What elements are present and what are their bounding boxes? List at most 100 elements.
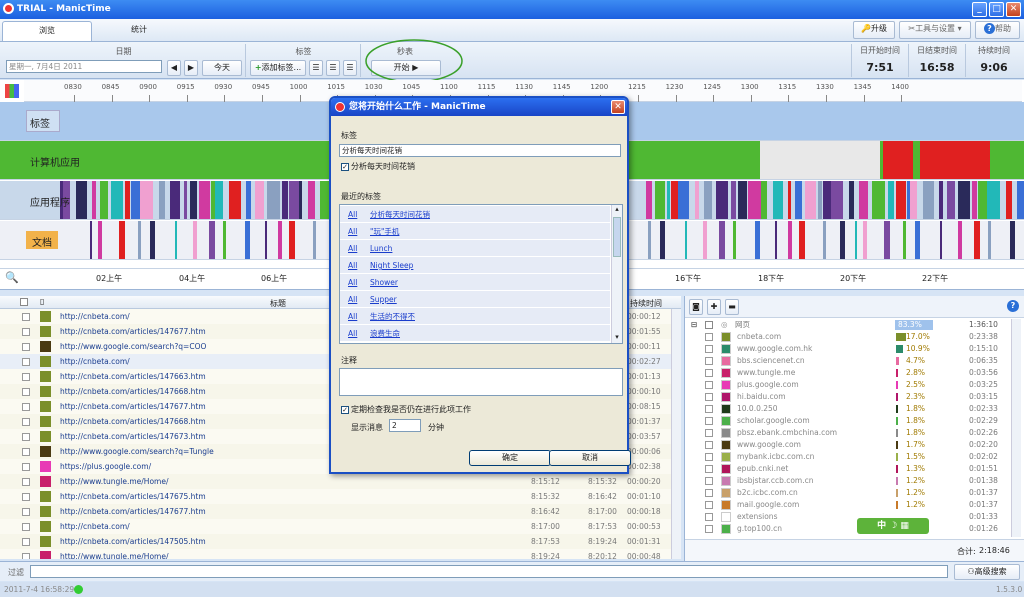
timeline-segment[interactable] xyxy=(695,181,699,219)
cancel-button[interactable]: 取消 xyxy=(549,450,631,466)
timeline-segment[interactable] xyxy=(655,181,665,219)
timeline-segment[interactable] xyxy=(795,181,802,219)
recent-tag-all-link[interactable]: All xyxy=(348,291,357,308)
list-icon[interactable]: ☰ xyxy=(309,60,323,76)
timeline-segment[interactable] xyxy=(660,221,665,259)
timeline-segment[interactable] xyxy=(738,181,747,219)
notes-input[interactable] xyxy=(339,368,623,396)
timeline-segment[interactable] xyxy=(859,181,868,219)
dialog-close-button[interactable]: ✕ xyxy=(611,100,625,114)
help-icon[interactable]: ? xyxy=(1007,300,1019,312)
timeline-segment[interactable] xyxy=(159,181,165,219)
table-row[interactable]: http://cnbeta.com/articles/147505.htm 8:1… xyxy=(0,534,681,549)
row-checkbox[interactable] xyxy=(22,493,30,501)
timeline-segment[interactable] xyxy=(939,181,943,219)
tab-stats[interactable]: 统计 xyxy=(94,21,184,41)
timeline-segment[interactable] xyxy=(923,181,934,219)
row-checkbox[interactable] xyxy=(22,313,30,321)
today-button[interactable]: 今天 xyxy=(202,60,242,76)
prev-day-button[interactable]: ◀ xyxy=(167,60,181,76)
timeline-segment[interactable] xyxy=(667,181,670,219)
list-indent-icon[interactable]: ☰ xyxy=(343,60,357,76)
timeline-segment[interactable] xyxy=(974,221,980,259)
timeline-segment[interactable] xyxy=(209,221,215,259)
timeline-segment[interactable] xyxy=(1010,221,1015,259)
timeline-segment[interactable] xyxy=(119,221,125,259)
timeline-segment[interactable] xyxy=(773,181,783,219)
timeline-segment[interactable] xyxy=(282,181,288,219)
timeline-segment[interactable] xyxy=(788,221,792,259)
close-button[interactable]: ✕ xyxy=(1006,2,1021,17)
group-row[interactable]: ⊟ ◎ 网页 83.3% 1:36:10 xyxy=(685,319,1015,331)
item-checkbox[interactable] xyxy=(705,333,713,341)
recent-tag-item[interactable]: All Supper xyxy=(340,291,610,308)
item-checkbox[interactable] xyxy=(705,441,713,449)
summary-scrollbar[interactable] xyxy=(1011,319,1021,537)
timeline-segment[interactable] xyxy=(100,181,108,219)
timeline-segment[interactable] xyxy=(903,221,906,259)
item-checkbox[interactable] xyxy=(705,429,713,437)
reminder-minutes-input[interactable]: 2 xyxy=(389,419,421,432)
timeline-segment[interactable] xyxy=(788,181,791,219)
timeline-segment[interactable] xyxy=(733,221,736,259)
date-picker[interactable]: 星期一, 7月4日 2011 xyxy=(6,60,162,73)
timeline-segment[interactable] xyxy=(823,221,826,259)
minus-icon[interactable]: ▬ xyxy=(725,299,739,315)
summary-list[interactable]: cnbeta.com 17.0% 0:23:38 www.google.com.hk 1… xyxy=(685,331,1015,541)
timeline-segment[interactable] xyxy=(840,221,845,259)
table-row[interactable]: http://cnbeta.com/articles/147677.htm 8:1… xyxy=(0,504,681,519)
timeline-segment[interactable] xyxy=(978,181,987,219)
timeline-segment[interactable] xyxy=(255,181,264,219)
item-checkbox[interactable] xyxy=(705,453,713,461)
timeline-segment[interactable] xyxy=(150,221,155,259)
item-checkbox[interactable] xyxy=(705,381,713,389)
row-checkbox[interactable] xyxy=(22,388,30,396)
camera-icon[interactable]: ◙ xyxy=(689,299,703,315)
timeline-segment[interactable] xyxy=(972,181,977,219)
next-day-button[interactable]: ▶ xyxy=(184,60,198,76)
row-checkbox[interactable] xyxy=(22,433,30,441)
row-checkbox[interactable] xyxy=(22,418,30,426)
row-checkbox[interactable] xyxy=(22,523,30,531)
timeline-segment[interactable] xyxy=(716,181,728,219)
recent-tag-all-link[interactable]: All xyxy=(348,206,357,223)
timeline-segment[interactable] xyxy=(883,141,913,179)
recent-tag-item[interactable]: All 生活的不得不 xyxy=(340,308,610,325)
item-checkbox[interactable] xyxy=(705,465,713,473)
list-item[interactable]: plus.google.com 2.5% 0:03:25 xyxy=(685,379,1015,391)
timeline-segment[interactable] xyxy=(138,221,141,259)
recent-tag-link[interactable]: Shower xyxy=(370,274,398,291)
list-item[interactable]: hi.baidu.com 2.3% 0:03:15 xyxy=(685,391,1015,403)
item-checkbox[interactable] xyxy=(705,489,713,497)
list-item[interactable]: extensions 0:01:33 xyxy=(685,511,1015,523)
timeline-segment[interactable] xyxy=(818,181,822,219)
list-item[interactable]: g.top100.cn 0:01:26 xyxy=(685,523,1015,535)
reminder-checkbox-row[interactable]: ✓ 定期检查我是否仍在进行此项工作 xyxy=(341,404,471,415)
timeline-segment[interactable] xyxy=(755,221,760,259)
recent-tag-link[interactable]: Supper xyxy=(370,291,397,308)
scroll-thumb[interactable] xyxy=(613,217,621,257)
row-checkbox[interactable] xyxy=(22,538,30,546)
timeline-segment[interactable] xyxy=(223,221,226,259)
timeline-segment[interactable] xyxy=(678,181,689,219)
row-checkbox[interactable] xyxy=(22,508,30,516)
timeline-segment[interactable] xyxy=(111,181,123,219)
recent-tags-list[interactable]: All 浪费生命 All 生活的不得不 All Supper All Shower All Nig… xyxy=(339,204,623,344)
recent-tag-link[interactable]: Lunch xyxy=(370,240,392,257)
list-item[interactable]: pbsz.ebank.cmbchina.com 1.8% 0:02:26 xyxy=(685,427,1015,439)
select-all-checkbox[interactable] xyxy=(20,298,28,306)
recent-tag-all-link[interactable]: All xyxy=(348,274,357,291)
timeline-segment[interactable] xyxy=(671,181,678,219)
timeline-segment[interactable] xyxy=(140,181,153,219)
timeline-segment[interactable] xyxy=(703,221,707,259)
plus-icon[interactable]: ✚ xyxy=(707,299,721,315)
recent-tag-all-link[interactable]: All xyxy=(348,257,357,274)
list-item[interactable]: mail.google.com 1.2% 0:01:37 xyxy=(685,499,1015,511)
row-checkbox[interactable] xyxy=(22,553,30,559)
timeline-segment[interactable] xyxy=(76,181,87,219)
timeline-segment[interactable] xyxy=(98,221,102,259)
recent-tag-all-link[interactable]: All xyxy=(348,308,357,325)
list-scrollbar[interactable] xyxy=(671,309,681,559)
recent-tag-item[interactable]: All 浪费生命 xyxy=(340,325,610,342)
timeline-segment[interactable] xyxy=(289,181,299,219)
